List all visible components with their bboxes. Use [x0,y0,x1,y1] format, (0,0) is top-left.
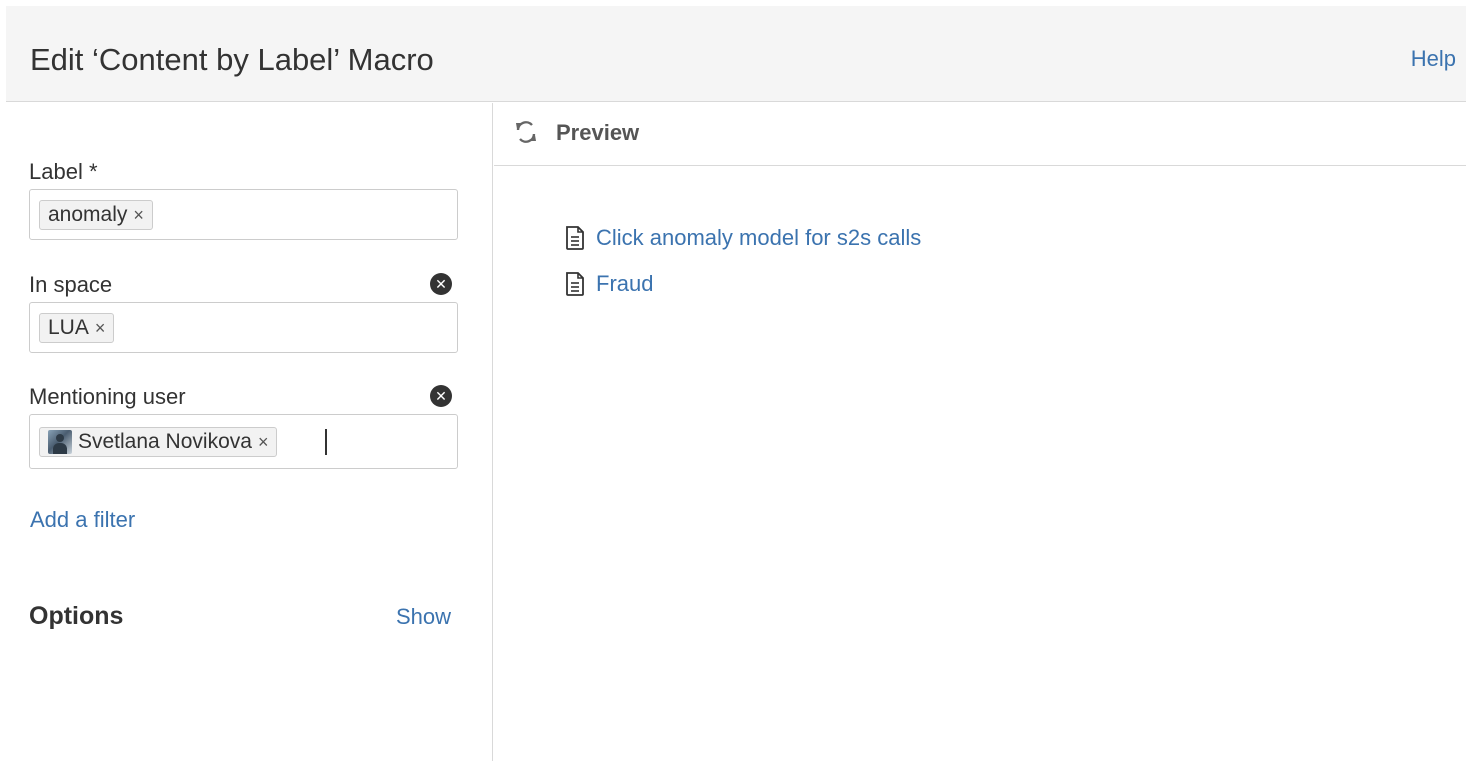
page-icon [566,272,584,296]
user-chip-svetlana-novikova: Svetlana Novikova × [39,427,278,457]
help-link[interactable]: Help [1411,44,1456,74]
dialog-title: Edit ‘Content by Label’ Macro [30,42,434,77]
result-link[interactable]: Click anomaly model for s2s calls [596,223,921,253]
preview-label: Preview [556,120,640,145]
refresh-icon[interactable] [512,118,540,146]
chip-remove-icon[interactable]: × [95,318,106,339]
preview-panel: Preview Click anomaly model for s2s call… [494,103,1466,761]
options-show-link[interactable]: Show [396,602,451,632]
avatar [48,430,72,454]
preview-toolbar: Preview [494,103,1466,166]
text-caret [325,429,327,455]
chip-text: Svetlana Novikova [78,430,252,453]
clear-space-filter-icon[interactable]: ✕ [430,273,452,295]
space-field[interactable]: LUA × [29,302,458,353]
user-field[interactable]: Svetlana Novikova × [29,414,458,469]
list-item: Click anomaly model for s2s calls [564,221,921,255]
space-chip-lua: LUA × [39,313,115,343]
chip-text: anomaly [48,203,128,226]
dialog-header: Edit ‘Content by Label’ Macro Help [6,6,1466,102]
label-field[interactable]: anomaly × [29,189,458,240]
chip-remove-icon[interactable]: × [258,432,269,453]
user-field-label: Mentioning user [29,384,186,409]
page-icon [566,226,584,250]
chip-remove-icon[interactable]: × [133,205,144,226]
label-field-label: Label * [29,159,98,184]
clear-user-filter-icon[interactable]: ✕ [430,385,452,407]
label-chip-anomaly: anomaly × [39,200,153,230]
list-item: Fraud [564,267,921,301]
result-link[interactable]: Fraud [596,269,653,299]
chip-text: LUA [48,316,89,339]
options-heading: Options [29,602,124,630]
space-field-label: In space [29,272,113,297]
preview-results: Click anomaly model for s2s calls Fraud [564,221,921,313]
macro-parameters-panel: Label * anomaly × In space ✕ LUA × Menti… [0,103,493,761]
add-filter-link[interactable]: Add a filter [30,505,135,535]
